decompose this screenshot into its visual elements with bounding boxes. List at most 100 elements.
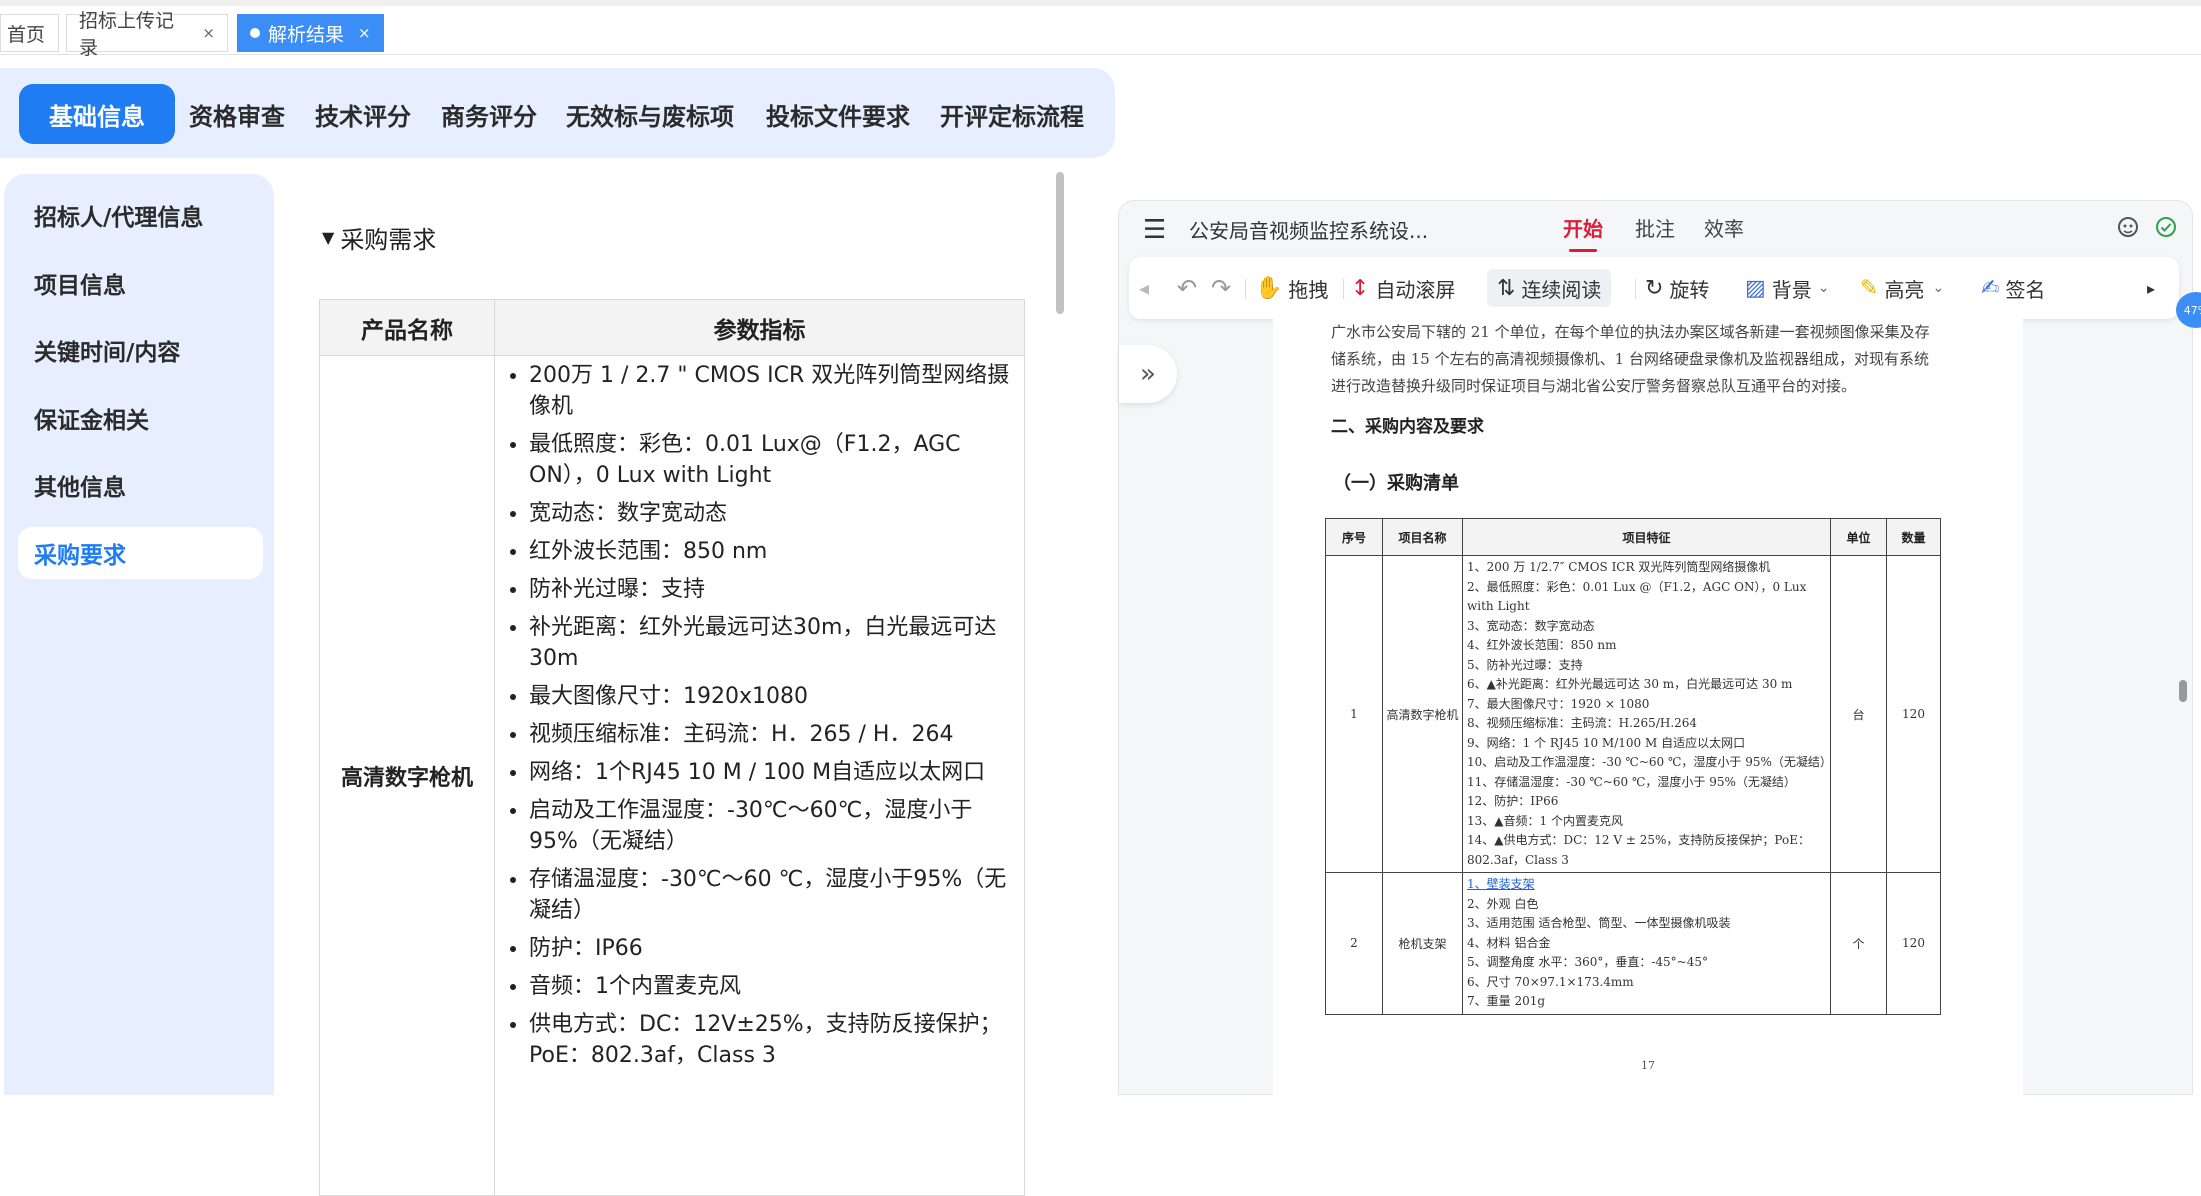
auto-scroll-icon: ↕ (1351, 275, 1370, 301)
page-tab-upload-records[interactable]: 招标上传记录 × (66, 10, 228, 59)
drag-button[interactable]: ✋ 拖拽 (1255, 269, 1328, 307)
table-row: 高清数字枪机 200万 1 / 2.7 " CMOS ICR 双光阵列筒型网络摄… (319, 355, 1025, 1196)
auto-scroll-label: 自动滚屏 (1375, 277, 1456, 302)
more-arrow-icon[interactable]: ▸ (2147, 269, 2155, 307)
param-item: 防补光过曝：支持 (529, 574, 1010, 605)
pdf-feature-line: 10、启动及工作温湿度：-30 ℃~60 ℃，湿度小于 95%（无凝结） (1467, 755, 1832, 769)
background-icon: ▨ (1745, 275, 1766, 301)
pdf-viewer: ☰ 公安局音视频监控系统设... 开始 批注 效率 ◂ ↶ ↷ ✋ 拖拽 ↕ 自… (1118, 200, 2193, 1096)
sidenav-item-tenderer[interactable]: 招标人/代理信息 (18, 189, 263, 241)
table-row: 2 枪机支架 1、壁装支架 2、外观 白色 3、适用范围 适合枪型、筒型、一体型摄像… (1325, 872, 1941, 1015)
pdf-cell-features: 1、200 万 1/2.7″ CMOS ICR 双光阵列筒型网络摄像机 2、最低照… (1462, 555, 1832, 873)
pdf-feature-line: 13、▲音频：1 个内置麦克风 (1467, 813, 1623, 828)
double-chevron-right-icon: » (1140, 359, 1156, 389)
param-item: 供电方式：DC：12V±25%，支持防反接保护；PoE：802.3af，Clas… (529, 1009, 1010, 1071)
page-tab-home[interactable]: 首页 (0, 14, 59, 52)
param-item: 补光距离：红外光最远可达30m，白光最远可达30m (529, 612, 1010, 674)
pdf-col-qty: 数量 (1886, 518, 1941, 556)
pdf-feature-line: 12、防护：IP66 (1467, 794, 1559, 808)
params-cell: 200万 1 / 2.7 " CMOS ICR 双光阵列筒型网络摄像机最低照度：… (494, 355, 1025, 1196)
pdf-col-features: 项目特征 (1462, 518, 1831, 556)
tab-start[interactable]: 开始 (1563, 213, 1603, 252)
table-row: 1 高清数字枪机 1、200 万 1/2.7″ CMOS ICR 双光阵列筒型网… (1325, 555, 1941, 873)
chevron-down-icon: ⌄ (1817, 280, 1830, 296)
sidenav-item-deposit[interactable]: 保证金相关 (18, 392, 263, 444)
page-tab-strip: 首页 招标上传记录 × 解析结果 × (0, 0, 2201, 59)
highlight-label: 高亮 (1884, 277, 1925, 302)
highlight-icon: ✎ (1860, 275, 1879, 301)
pdf-feature-line: 3、宽动态：数字宽动态 (1467, 618, 1595, 633)
close-icon[interactable]: × (358, 24, 371, 42)
continuous-read-button[interactable]: ⇅ 连续阅读 (1487, 269, 1612, 307)
tab-bid-doc-requirements[interactable]: 投标文件要求 (758, 84, 918, 144)
rotate-button[interactable]: ↻ 旋转 (1645, 269, 1709, 307)
tab-qualification-review[interactable]: 资格审查 (183, 84, 291, 144)
close-icon[interactable]: × (202, 24, 215, 42)
tab-annotate[interactable]: 批注 (1635, 213, 1675, 242)
viewer-scrollbar[interactable] (2179, 680, 2187, 702)
pdf-col-no: 序号 (1325, 518, 1383, 556)
continuous-read-label: 连续阅读 (1521, 277, 1602, 302)
param-item: 200万 1 / 2.7 " CMOS ICR 双光阵列筒型网络摄像机 (529, 360, 1010, 422)
pdf-cell-qty: 120 (1886, 872, 1941, 1015)
toolbar-divider (1245, 279, 1246, 299)
undo-icon[interactable]: ↶ (1177, 269, 1197, 307)
sidenav-item-procurement[interactable]: 采购要求 (18, 527, 263, 579)
pdf-feature-line: 1、壁装支架 (1467, 877, 1535, 891)
content-scrollbar[interactable] (1056, 172, 1064, 314)
expand-sidebar-button[interactable]: » (1119, 345, 1177, 403)
redo-icon[interactable]: ↷ (1211, 269, 1231, 307)
param-item: 音频：1个内置麦克风 (529, 971, 1010, 1002)
tab-technical-score[interactable]: 技术评分 (309, 84, 417, 144)
param-item: 网络：1个RJ45 10 M / 100 M自适应以太网口 (529, 757, 1010, 788)
pdf-cell-no: 2 (1325, 872, 1383, 1015)
continuous-read-icon: ⇅ (1497, 275, 1516, 301)
pdf-heading-2: 二、采购内容及要求 (1331, 417, 1484, 437)
param-item: 存储温湿度：-30℃～60 ℃，湿度小于95%（无凝结） (529, 864, 1010, 926)
tab-business-score[interactable]: 商务评分 (435, 84, 543, 144)
pdf-feature-line: 4、材料 铝合金 (1467, 935, 1551, 950)
category-tab-bar: 基础信息 资格审查 技术评分 商务评分 无效标与废标项 投标文件要求 开评定标流… (0, 68, 1115, 158)
auto-scroll-button[interactable]: ↕ 自动滚屏 (1351, 269, 1455, 307)
pdf-cell-name: 枪机支架 (1382, 872, 1463, 1015)
cloud-synced-icon[interactable] (2154, 215, 2178, 239)
menu-icon[interactable]: ☰ (1143, 215, 1166, 245)
signature-icon: ✍ (1981, 275, 2000, 301)
pdf-feature-line: 14、▲供电方式：DC：12 V ± 25%，支持防反接保护；PoE：802.3… (1467, 833, 1810, 867)
param-item: 宽动态：数字宽动态 (529, 498, 1010, 529)
param-item: 防护：IP66 (529, 933, 1010, 964)
page-tab-label: 首页 (7, 23, 46, 46)
background-button[interactable]: ▨ 背景 ⌄ (1745, 269, 1830, 307)
prev-icon[interactable]: ◂ (1139, 269, 1149, 307)
sidenav-item-key-time[interactable]: 关键时间/内容 (18, 324, 263, 376)
toolbar-divider (1635, 279, 1636, 299)
chevron-down-icon: ⌄ (1932, 280, 1945, 296)
rotate-icon: ↻ (1645, 275, 1664, 301)
page-tab-label: 解析结果 (268, 23, 345, 46)
sidenav-item-other[interactable]: 其他信息 (18, 459, 263, 511)
page-tab-parse-result[interactable]: 解析结果 × (237, 14, 384, 52)
param-item: 视频压缩标准：主码流：H．265 / H．264 (529, 719, 1010, 750)
section-title-procurement[interactable]: ▼ 采购需求 (322, 220, 436, 255)
doc-title: 公安局音视频监控系统设... (1189, 219, 1429, 243)
pdf-page: 广水市公安局下辖的 21 个单位，在每个单位的执法办案区域各新建一套视频图像采集… (1273, 319, 2023, 1096)
tab-evaluation-process[interactable]: 开评定标流程 (937, 84, 1087, 144)
assistant-icon[interactable] (2116, 215, 2140, 239)
tab-efficiency[interactable]: 效率 (1704, 213, 1744, 242)
sidenav-item-project[interactable]: 项目信息 (18, 257, 263, 309)
pdf-cell-qty: 120 (1886, 555, 1941, 873)
pdf-feature-line: 3、适用范围 适合枪型、筒型、一体型摄像机吸装 (1467, 916, 1731, 930)
highlight-button[interactable]: ✎ 高亮 ⌄ (1860, 269, 1944, 307)
background-label: 背景 (1771, 277, 1812, 302)
tab-basic-info[interactable]: 基础信息 (19, 84, 175, 144)
product-name-cell: 高清数字枪机 (319, 355, 495, 1196)
param-item: 启动及工作温湿度：-30℃～60℃，湿度小于95%（无凝结） (529, 795, 1010, 857)
pdf-feature-line: 8、视频压缩标准：主码流：H.265/H.264 (1467, 716, 1698, 730)
param-item: 红外波长范围：850 nm (529, 536, 1010, 567)
section-title-label: 采购需求 (340, 226, 437, 254)
active-dot-icon (250, 28, 260, 38)
pdf-feature-line: 5、调整角度 水平：360°，垂直：-45°~45° (1467, 955, 1709, 969)
tab-invalid-bid[interactable]: 无效标与废标项 (562, 84, 738, 144)
sign-button[interactable]: ✍ 签名 (1981, 269, 2045, 307)
toolbar-divider (1343, 279, 1344, 299)
